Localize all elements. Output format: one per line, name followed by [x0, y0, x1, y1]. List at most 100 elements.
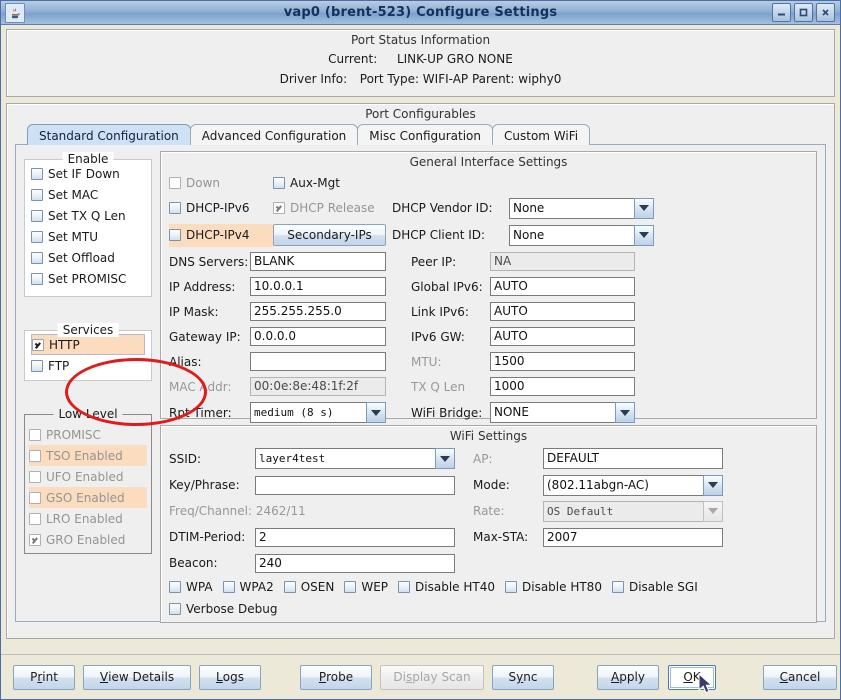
ip-mask-input[interactable]: 255.255.255.0: [250, 302, 386, 321]
checkbox-aux-mgt[interactable]: Aux-Mgt: [273, 173, 340, 194]
ipv6-gw-input[interactable]: AUTO: [490, 327, 635, 346]
ap-input[interactable]: DEFAULT: [543, 448, 723, 469]
checkbox-set-mac[interactable]: Set MAC: [31, 184, 145, 205]
general-row-gateway: Gateway IP: 0.0.0.0 IPv6 GW: AUTO: [169, 324, 808, 349]
chevron-down-icon[interactable]: [435, 448, 455, 469]
mode-value[interactable]: (802.11abgn-AC): [543, 474, 703, 496]
chevron-down-icon[interactable]: [703, 474, 723, 496]
close-button[interactable]: [816, 3, 835, 22]
dns-servers-input[interactable]: BLANK: [250, 252, 386, 271]
java-coffee-icon[interactable]: [5, 2, 25, 23]
checkbox-set-tx-q-len[interactable]: Set TX Q Len: [31, 205, 145, 226]
checkbox-box: [344, 581, 357, 593]
maximize-button[interactable]: [794, 3, 813, 22]
tab-custom-wifi[interactable]: Custom WiFi: [492, 124, 591, 145]
checkbox-wep[interactable]: WEP: [344, 577, 388, 598]
window-titlebar[interactable]: vap0 (brent-523) Configure Settings: [1, 1, 840, 25]
chevron-down-icon[interactable]: [615, 402, 635, 423]
checkbox-label: GSO Enabled: [46, 490, 125, 505]
logs-button[interactable]: Logs: [199, 664, 261, 690]
checkbox-label: Set Offload: [48, 250, 115, 265]
checkbox-dhcp-ipv4[interactable]: DHCP-IPv4: [169, 223, 273, 247]
max-sta-input[interactable]: 2007: [543, 527, 723, 547]
checkbox-ftp[interactable]: FTP: [31, 355, 145, 376]
chevron-down-icon[interactable]: [634, 224, 654, 246]
tx-q-len-input[interactable]: 1000: [490, 377, 635, 396]
sync-mnemonic: y: [516, 670, 524, 684]
dhcp-client-id-label: DHCP Client ID:: [392, 228, 486, 242]
wifi-row-ssid: SSID: layer4test AP: DEFAULT: [169, 445, 808, 472]
rpt-timer-combo[interactable]: medium (8 s): [250, 402, 386, 423]
window-client-area: Port Status Information Current: LINK-UP…: [1, 25, 840, 639]
tab-label: Standard Configuration: [39, 129, 179, 143]
checkbox-set-promisc[interactable]: Set PROMISC: [31, 268, 145, 289]
checkbox-label: TSO Enabled: [46, 448, 123, 463]
link-ipv6-input[interactable]: AUTO: [490, 302, 635, 321]
checkbox-wpa2[interactable]: WPA2: [222, 577, 274, 598]
print-button[interactable]: Pr int: [13, 664, 75, 690]
checkbox-box: [31, 188, 43, 201]
checkbox-gro-enabled: GRO Enabled: [29, 529, 147, 550]
cancel-post: ancel: [788, 670, 821, 684]
low-level-group-title: Low Level: [53, 407, 123, 421]
ssid-input[interactable]: layer4test: [255, 448, 435, 469]
port-status-panel: Port Status Information Current: LINK-UP…: [6, 29, 835, 97]
display-scan-pre: Di: [393, 670, 406, 684]
chevron-down-icon[interactable]: [366, 402, 386, 423]
checkbox-ufo-enabled: UFO Enabled: [29, 466, 147, 487]
checkbox-set-if-down[interactable]: Set IF Down: [31, 163, 145, 184]
tab-misc-configuration[interactable]: Misc Configuration: [357, 124, 493, 145]
sync-button[interactable]: Sy nc: [492, 664, 554, 690]
services-group: Services HTTP FTP: [24, 323, 152, 381]
port-status-title: Port Status Information: [350, 33, 491, 47]
alias-input[interactable]: [250, 352, 386, 371]
key-phrase-input[interactable]: [255, 475, 455, 495]
gateway-ip-input[interactable]: 0.0.0.0: [250, 327, 386, 346]
dhcp-vendor-id-combo[interactable]: None: [509, 197, 654, 219]
ssid-combo[interactable]: layer4test: [255, 448, 455, 469]
tab-standard-configuration[interactable]: Standard Configuration: [27, 124, 191, 145]
checkbox-verbose-debug[interactable]: Verbose Debug: [169, 599, 277, 620]
checkbox-lro-enabled: LRO Enabled: [29, 508, 147, 529]
checkbox-set-offload[interactable]: Set Offload: [31, 247, 145, 268]
dhcp-client-id-combo[interactable]: None: [509, 224, 654, 246]
dhcp-vendor-id-value[interactable]: None: [509, 197, 634, 219]
checkbox-box: [29, 491, 41, 504]
chevron-down-icon[interactable]: [634, 197, 654, 219]
driver-info-label: Driver Info:: [279, 72, 348, 86]
dtim-period-input[interactable]: 2: [255, 527, 455, 547]
checkbox-http[interactable]: HTTP: [31, 334, 145, 355]
checkbox-disable-sgi[interactable]: Disable SGI: [611, 577, 698, 598]
checkbox-disable-ht80[interactable]: Disable HT80: [505, 577, 602, 598]
checkbox-box: [32, 338, 44, 351]
cancel-button[interactable]: Cancel: [763, 664, 837, 690]
minimize-button[interactable]: [772, 3, 791, 22]
checkbox-disable-ht40[interactable]: Disable HT40: [398, 577, 495, 598]
mtu-input[interactable]: 1500: [490, 352, 635, 371]
ok-button[interactable]: OK: [668, 664, 716, 690]
wifi-bridge-value[interactable]: NONE: [490, 402, 615, 423]
tab-advanced-configuration[interactable]: Advanced Configuration: [189, 124, 359, 145]
checkbox-box: [505, 581, 517, 593]
dhcp-client-id-value[interactable]: None: [509, 224, 634, 246]
checkbox-dhcp-ipv6[interactable]: DHCP-IPv6: [169, 198, 273, 219]
checkbox-box: [169, 177, 181, 189]
wifi-bridge-combo[interactable]: NONE: [490, 402, 635, 423]
checkbox-set-mtu[interactable]: Set MTU: [31, 226, 145, 247]
gateway-ip-label: Gateway IP:: [169, 329, 241, 344]
apply-button[interactable]: Apply: [597, 664, 659, 690]
beacon-input[interactable]: 240: [255, 553, 455, 573]
mode-combo[interactable]: (802.11abgn-AC): [543, 474, 723, 496]
checkbox-box: [29, 533, 41, 546]
checkbox-box: [283, 581, 296, 593]
probe-button[interactable]: Probe: [300, 664, 372, 690]
checkbox-label: UFO Enabled: [46, 469, 124, 484]
services-group-title: Services: [57, 323, 119, 337]
rpt-timer-value[interactable]: medium (8 s): [250, 402, 366, 423]
view-details-button[interactable]: View Details: [83, 664, 191, 690]
secondary-ips-button[interactable]: Secondary-IPs: [273, 224, 386, 246]
ip-address-input[interactable]: 10.0.0.1: [250, 277, 386, 296]
global-ipv6-input[interactable]: AUTO: [490, 277, 635, 296]
checkbox-osen[interactable]: OSEN: [283, 577, 334, 598]
checkbox-wpa[interactable]: WPA: [169, 577, 213, 598]
